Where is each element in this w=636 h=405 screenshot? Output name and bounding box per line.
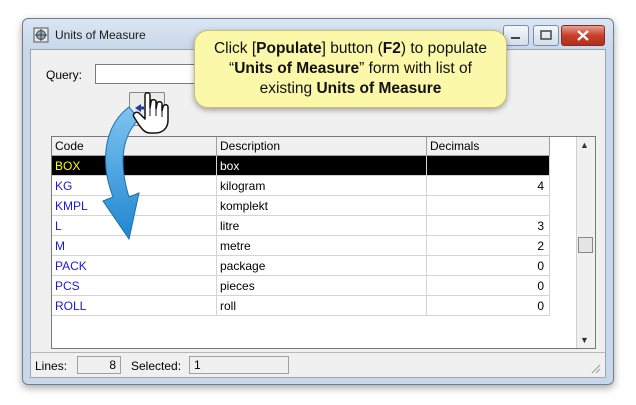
cell-decimals: 2	[426, 235, 550, 256]
close-icon	[577, 30, 589, 41]
callout-text: existing	[259, 80, 317, 97]
callout-text: ) to populate	[400, 40, 488, 57]
cell-description: metre	[216, 235, 427, 256]
callout-populate-strong: Populate	[256, 40, 322, 57]
maximize-button[interactable]	[533, 25, 559, 46]
cell-description: litre	[216, 215, 427, 236]
selected-count: 1	[189, 356, 289, 374]
maximize-icon	[540, 30, 552, 40]
minimize-icon	[511, 37, 520, 39]
scroll-down-icon[interactable]: ▼	[580, 335, 589, 345]
callout-text: ” form with list of	[359, 60, 472, 77]
table-row[interactable]: PCS pieces 0	[52, 275, 550, 296]
column-header-decimals[interactable]: Decimals	[426, 137, 550, 156]
column-header-description[interactable]: Description	[216, 137, 427, 156]
callout-text: ] button (	[321, 40, 383, 57]
callout-text: Click [	[213, 40, 257, 57]
cell-code: ROLL	[52, 295, 217, 316]
cell-description: kilogram	[216, 175, 427, 196]
hand-cursor-icon	[132, 92, 169, 134]
cell-description: roll	[216, 295, 427, 316]
resize-grip-icon[interactable]	[591, 364, 601, 374]
cell-decimals: 3	[426, 215, 550, 236]
table-row[interactable]: PACK package 0	[52, 255, 550, 276]
cell-description: package	[216, 255, 427, 276]
cell-decimals: 0	[426, 255, 550, 276]
cell-description: komplekt	[216, 195, 427, 216]
lines-label: Lines:	[35, 359, 68, 373]
callout-units-strong: Units of Measure	[316, 80, 442, 97]
lines-count: 8	[77, 356, 121, 374]
selected-label: Selected:	[131, 359, 182, 373]
callout-form-strong: Units of Measure	[234, 60, 360, 77]
close-button[interactable]	[561, 25, 605, 46]
cell-description: pieces	[216, 275, 427, 296]
window-title: Units of Measure	[55, 28, 146, 42]
cell-decimals: 0	[426, 275, 550, 296]
units-icon	[33, 27, 49, 43]
cell-decimals	[426, 155, 550, 176]
scroll-thumb[interactable]	[578, 237, 593, 253]
cell-description: box	[216, 155, 427, 176]
cell-decimals	[426, 195, 550, 216]
table-row[interactable]: ROLL roll 0	[52, 295, 550, 316]
instruction-callout: Click [Populate] button (F2) to populate…	[194, 30, 507, 108]
status-bar: Lines: 8 Selected: 1	[31, 352, 605, 378]
cell-decimals: 4	[426, 175, 550, 196]
vertical-scrollbar[interactable]: ▲ ▼	[576, 137, 595, 348]
cell-code: PACK	[52, 255, 217, 276]
query-label: Query:	[46, 68, 83, 82]
cell-decimals: 0	[426, 295, 550, 316]
callout-f2-strong: F2	[382, 40, 401, 57]
scroll-up-icon[interactable]: ▲	[580, 140, 589, 150]
cell-code: PCS	[52, 275, 217, 296]
